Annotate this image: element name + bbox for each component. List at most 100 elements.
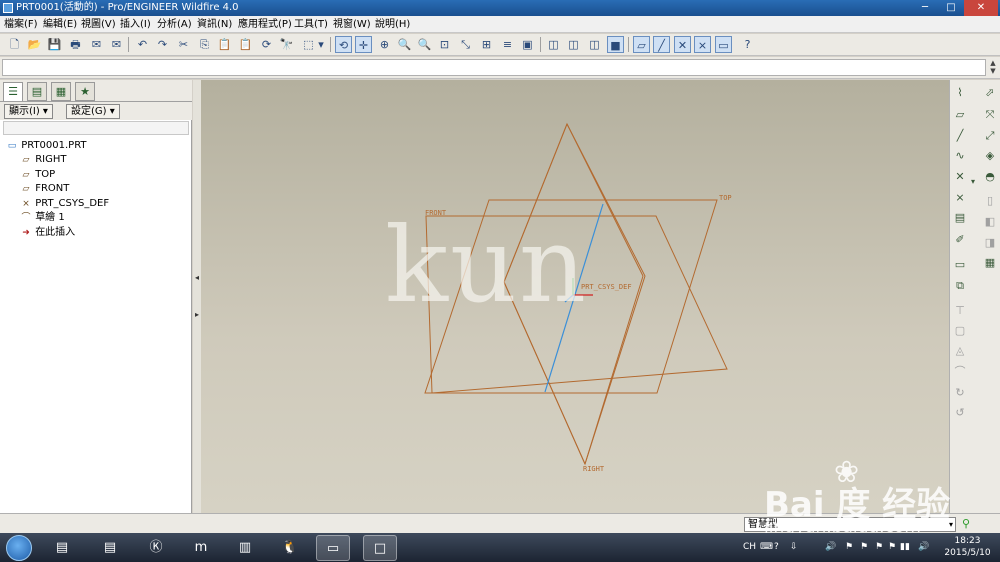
tree-item-sketch[interactable]: ⌒ 草繪 1	[20, 211, 64, 225]
taskbar-explorer-icon[interactable]: ▤	[93, 535, 127, 561]
repaint-icon[interactable]: ⟲	[335, 36, 352, 53]
tree-item-part[interactable]: ▭ PRT0001.PRT	[6, 139, 87, 153]
datum-tool-icon[interactable]: ⌇	[951, 84, 969, 101]
close-button[interactable]: ✕	[964, 0, 998, 16]
copy-icon[interactable]: ⎘	[196, 36, 213, 53]
plane-tool-icon[interactable]: ▱	[951, 106, 969, 123]
scroll-up-icon[interactable]: ▲	[988, 59, 998, 67]
extend-tool-icon[interactable]: ◓	[981, 168, 999, 185]
tree-item-insert-here[interactable]: ➜ 在此插入	[20, 226, 75, 240]
menu-tools[interactable]: 工具(T)	[294, 17, 328, 32]
menu-info[interactable]: 資訊(N)	[197, 17, 232, 32]
flag-icon[interactable]: ⚑	[875, 541, 883, 553]
volume-icon[interactable]: 🔊	[825, 541, 836, 553]
flag-icon[interactable]: ⚑	[888, 541, 896, 553]
menu-insert[interactable]: 插入(I)	[120, 17, 151, 32]
pattern-tool-icon[interactable]: ⬀	[981, 84, 999, 101]
menu-edit[interactable]: 編輯(E)	[43, 17, 77, 32]
tree-item-top[interactable]: ▱ TOP	[20, 168, 56, 182]
menu-analysis[interactable]: 分析(A)	[157, 17, 192, 32]
select-dropdown-icon[interactable]: ▾	[316, 36, 326, 53]
view-manager-icon[interactable]: ▣	[519, 36, 536, 53]
taskbar-window-2[interactable]: □	[363, 535, 397, 561]
shading-icon[interactable]: ■	[607, 36, 624, 53]
paste-special-icon[interactable]: 📋	[237, 36, 254, 53]
rib-tool-icon[interactable]: ◬	[951, 342, 969, 359]
speaker-icon[interactable]: 🔊	[918, 541, 929, 553]
tab-model-tree[interactable]: ☰	[3, 82, 23, 101]
tab-connections[interactable]: ★	[75, 82, 95, 101]
keyboard-icon[interactable]: ⌨	[760, 541, 773, 553]
annotations-icon[interactable]: ▭	[715, 36, 732, 53]
start-button[interactable]	[6, 535, 32, 561]
solidify-tool-icon[interactable]: ◨	[981, 234, 999, 251]
menu-view[interactable]: 視圖(V)	[81, 17, 116, 32]
round-tool-icon[interactable]: ↻	[951, 384, 969, 401]
taskbar-qq-icon[interactable]: 🐧	[273, 535, 307, 561]
undo-icon[interactable]: ↶	[134, 36, 151, 53]
csys-tool-icon[interactable]: ⨯	[951, 189, 969, 206]
regenerate-icon[interactable]: ⟳	[258, 36, 275, 53]
download-icon[interactable]: ⇩	[790, 541, 798, 553]
tab-folder-browser[interactable]: ▤	[27, 82, 47, 101]
layers-icon[interactable]: ≡	[499, 36, 516, 53]
print-icon[interactable]: 🖶	[67, 36, 84, 53]
hidden-line-icon[interactable]: ◫	[565, 36, 582, 53]
saved-views-icon[interactable]: ⊞	[478, 36, 495, 53]
zoom-in-icon[interactable]: 🔍	[396, 36, 413, 53]
mirror-tool-icon[interactable]: ⤧	[981, 106, 999, 123]
draft-tool-icon[interactable]: ⌒	[951, 363, 969, 380]
menu-applications[interactable]: 應用程式(P)	[238, 17, 292, 32]
taskbar-proe-icon[interactable]: ▥	[228, 535, 262, 561]
grid-tool-icon[interactable]: ▦	[981, 254, 999, 271]
refit-icon[interactable]: ⊡	[436, 36, 453, 53]
settings-button[interactable]: 設定(G) ▾	[66, 104, 120, 119]
wireframe-icon[interactable]: ◫	[545, 36, 562, 53]
datum-axes-icon[interactable]: ╱	[653, 36, 670, 53]
navigator-splitter[interactable]: ◂ ▸	[193, 80, 201, 513]
select-box-icon[interactable]: ⬚	[300, 36, 317, 53]
tree-item-front[interactable]: ▱ FRONT	[20, 182, 70, 196]
orient-mode-icon[interactable]: ⊕	[376, 36, 393, 53]
taskbar-m-app-icon[interactable]: m	[184, 535, 218, 561]
email-link-icon[interactable]: ✉	[108, 36, 125, 53]
taskbar-media-icon[interactable]: ▤	[45, 535, 79, 561]
tree-item-csys[interactable]: ⨯ PRT_CSYS_DEF	[20, 197, 109, 211]
language-indicator[interactable]: CH	[743, 541, 756, 553]
spin-center-icon[interactable]: ✛	[355, 36, 372, 53]
redo-icon[interactable]: ↷	[154, 36, 171, 53]
taskbar-active-window[interactable]: ▭	[316, 535, 350, 561]
paste-icon[interactable]: 📋	[216, 36, 233, 53]
expand-arrow-icon[interactable]: ▸	[193, 310, 201, 319]
minimize-button[interactable]: ─	[912, 0, 938, 16]
no-hidden-icon[interactable]: ◫	[586, 36, 603, 53]
point-dropdown-icon[interactable]: ▾	[969, 173, 977, 190]
collapse-arrow-icon[interactable]: ◂	[193, 273, 201, 282]
hole-tool-icon[interactable]: ⊤	[951, 302, 969, 319]
axis-tool-icon[interactable]: ╱	[951, 127, 969, 144]
coord-sys-icon[interactable]: ⨯	[694, 36, 711, 53]
scroll-down-icon[interactable]: ▼	[988, 67, 998, 75]
open-file-icon[interactable]: 📂	[26, 36, 43, 53]
datum-points-icon[interactable]: ✕	[674, 36, 691, 53]
find-icon[interactable]: 🔭	[278, 36, 295, 53]
taskbar-k-app-icon[interactable]: Ⓚ	[139, 535, 173, 561]
offset-tool-icon[interactable]: ▯	[981, 192, 999, 209]
message-scrollbar[interactable]: ▲ ▼	[988, 59, 998, 76]
analysis-tool-icon[interactable]: ▤	[951, 209, 969, 226]
help-icon[interactable]: ?	[774, 541, 779, 553]
merge-tool-icon[interactable]: ⤢	[981, 127, 999, 144]
menu-help[interactable]: 說明(H)	[375, 17, 410, 32]
context-help-icon[interactable]: ?	[739, 36, 756, 53]
reorient-icon[interactable]: ⤡	[457, 36, 474, 53]
thicken-tool-icon[interactable]: ◧	[981, 213, 999, 230]
sketch-tool-icon[interactable]: ✐	[951, 231, 969, 248]
clock[interactable]: 18:23 2015/5/10	[940, 535, 995, 561]
curve-tool-icon[interactable]: ∿	[951, 147, 969, 164]
tab-favorites[interactable]: ▦	[51, 82, 71, 101]
flag-icon[interactable]: ⚑	[845, 541, 853, 553]
shell-tool-icon[interactable]: ▢	[951, 322, 969, 339]
new-file-icon[interactable]: 🗋	[6, 36, 23, 53]
email-icon[interactable]: ✉	[88, 36, 105, 53]
network-icon[interactable]: ▮▮	[900, 541, 910, 553]
